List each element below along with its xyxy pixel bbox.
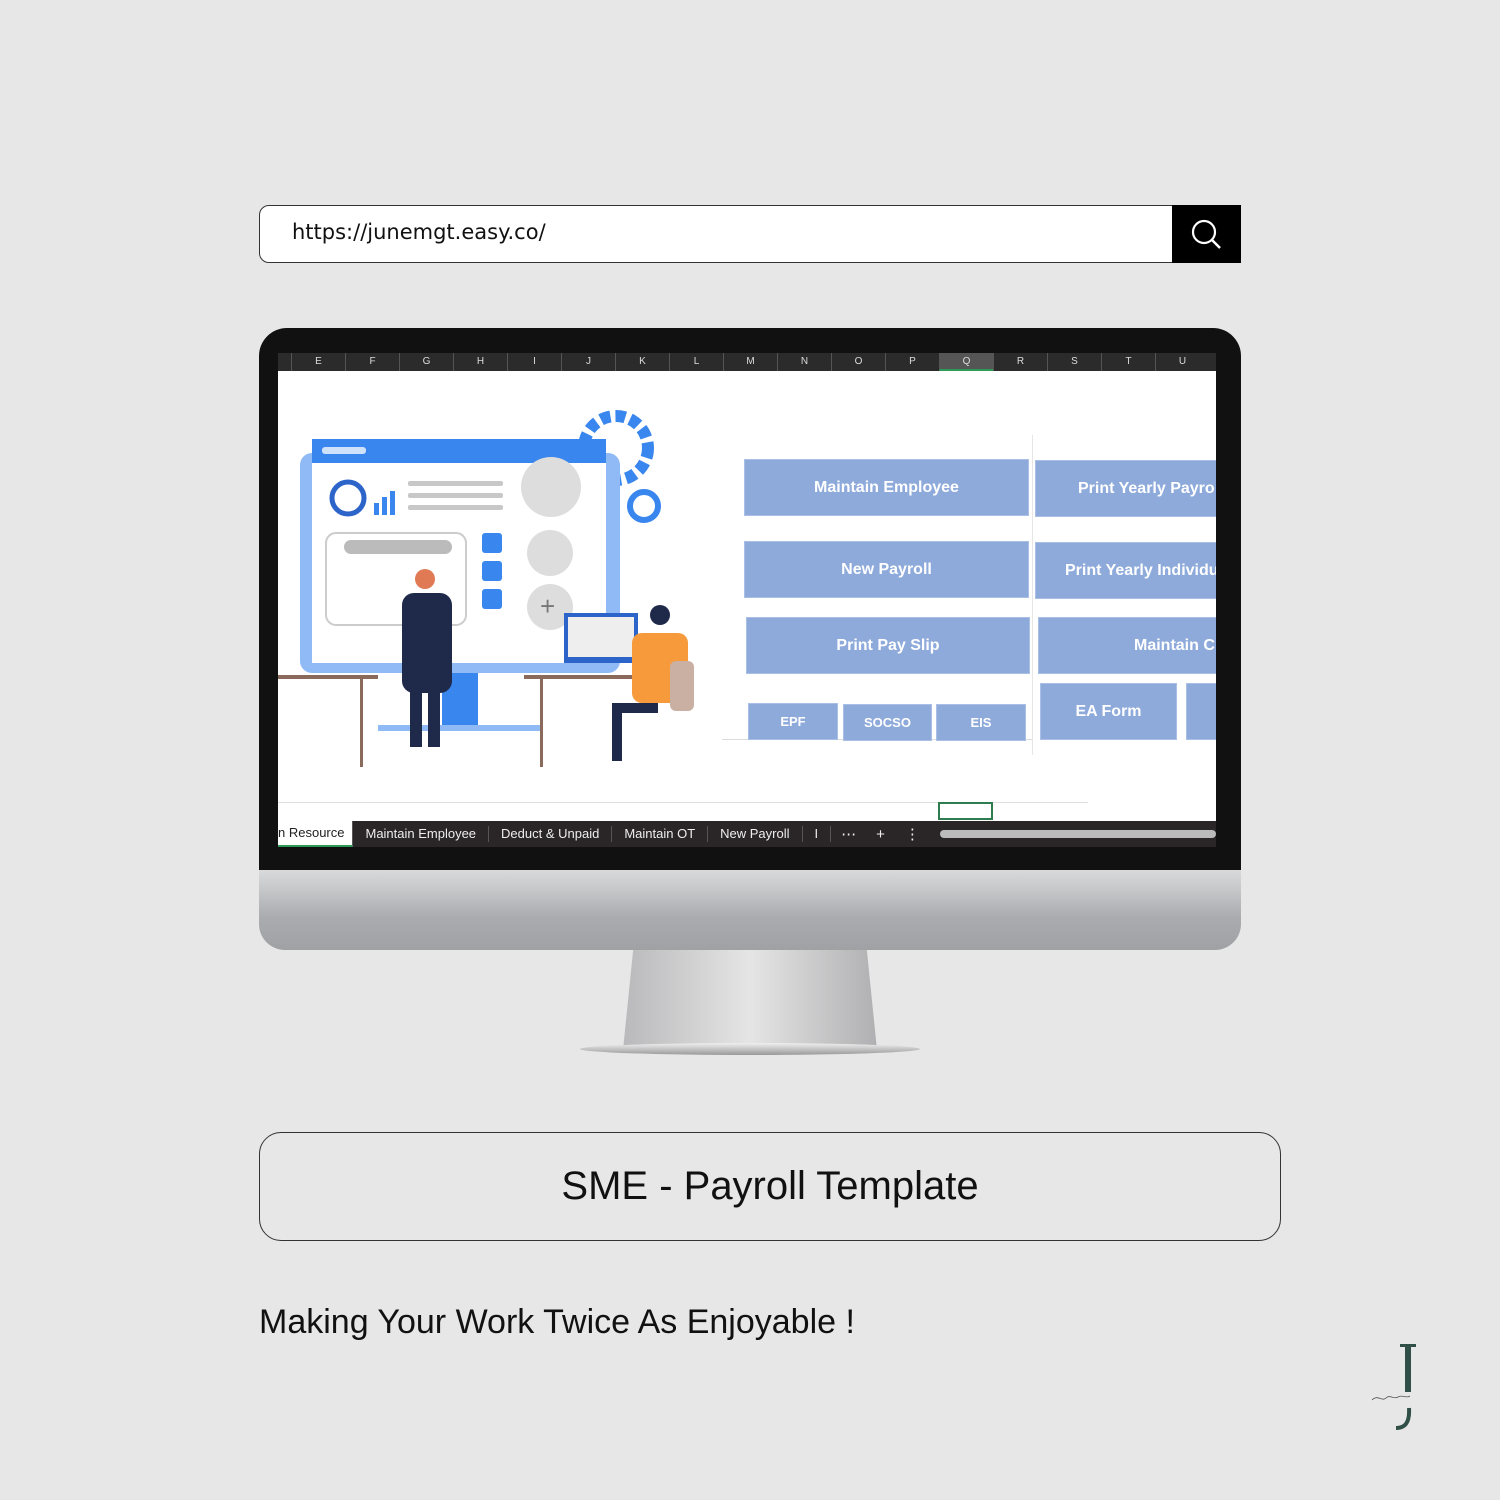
sheet-tab[interactable]: I [803, 826, 832, 842]
monitor-stand [623, 950, 877, 1050]
eis-button[interactable]: EIS [936, 704, 1026, 741]
url-input[interactable]: https://junemgt.easy.co/ [292, 220, 546, 244]
sheet-tab[interactable]: Deduct & Unpaid [489, 826, 613, 842]
more-tabs-icon[interactable]: ⋯ [831, 825, 866, 843]
sheet-tab[interactable]: New Payroll [708, 826, 803, 842]
column-header[interactable]: K [615, 353, 669, 371]
column-header[interactable]: G [399, 353, 453, 371]
monitor-chin [259, 870, 1241, 950]
sheet-tabs: n Resource Maintain Employee Deduct & Unpa… [278, 821, 1216, 847]
partial-button[interactable] [1186, 683, 1216, 740]
hr-illustration: + [278, 410, 694, 767]
add-sheet-icon[interactable]: + [866, 826, 895, 843]
search-icon [1191, 219, 1221, 249]
column-header[interactable]: H [453, 353, 507, 371]
sheet-tab[interactable]: Maintain OT [612, 826, 709, 842]
print-pay-slip-button[interactable]: Print Pay Slip [746, 617, 1030, 674]
column-header[interactable]: P [885, 353, 939, 371]
column-headers: EFGHIJKLMNOPQRSTU [278, 353, 1216, 371]
page-title: SME - Payroll Template [259, 1132, 1281, 1241]
print-yearly-payroll-button[interactable]: Print Yearly Payro [1035, 460, 1216, 517]
epf-button[interactable]: EPF [748, 703, 838, 740]
column-header[interactable]: T [1101, 353, 1155, 371]
column-header[interactable]: O [831, 353, 885, 371]
options-icon[interactable]: ⋮ [895, 825, 930, 843]
column-header[interactable]: Q [939, 353, 993, 371]
monitor-base [580, 1043, 920, 1055]
maintain-c-button[interactable]: Maintain C [1038, 617, 1216, 674]
brand-logo [1371, 1344, 1416, 1430]
search-button[interactable] [1172, 205, 1241, 263]
column-header[interactable]: L [669, 353, 723, 371]
sheet-tab[interactable]: n Resource [278, 821, 354, 847]
column-header[interactable]: S [1047, 353, 1101, 371]
column-header[interactable]: E [291, 353, 345, 371]
svg-text:+: + [540, 591, 555, 621]
column-header[interactable]: J [561, 353, 615, 371]
url-bar[interactable]: https://junemgt.easy.co/ [259, 205, 1241, 263]
column-header[interactable]: U [1155, 353, 1209, 371]
column-header[interactable]: R [993, 353, 1047, 371]
column-header[interactable]: N [777, 353, 831, 371]
tagline: Making Your Work Twice As Enjoyable ! [259, 1303, 855, 1341]
sheet-tab[interactable]: Maintain Employee [353, 826, 490, 842]
maintain-employee-button[interactable]: Maintain Employee [744, 459, 1029, 516]
spreadsheet-screen: EFGHIJKLMNOPQRSTU + Maintain Employee Pr… [278, 353, 1216, 847]
new-payroll-button[interactable]: New Payroll [744, 541, 1029, 598]
column-header[interactable]: F [345, 353, 399, 371]
column-header[interactable]: M [723, 353, 777, 371]
selected-cell[interactable] [938, 802, 993, 820]
horizontal-scrollbar[interactable] [939, 830, 1216, 838]
socso-button[interactable]: SOCSO [843, 704, 932, 741]
print-yearly-individual-button[interactable]: Print Yearly Individu [1035, 542, 1216, 599]
column-header[interactable]: I [507, 353, 561, 371]
ea-form-button[interactable]: EA Form [1040, 683, 1177, 740]
